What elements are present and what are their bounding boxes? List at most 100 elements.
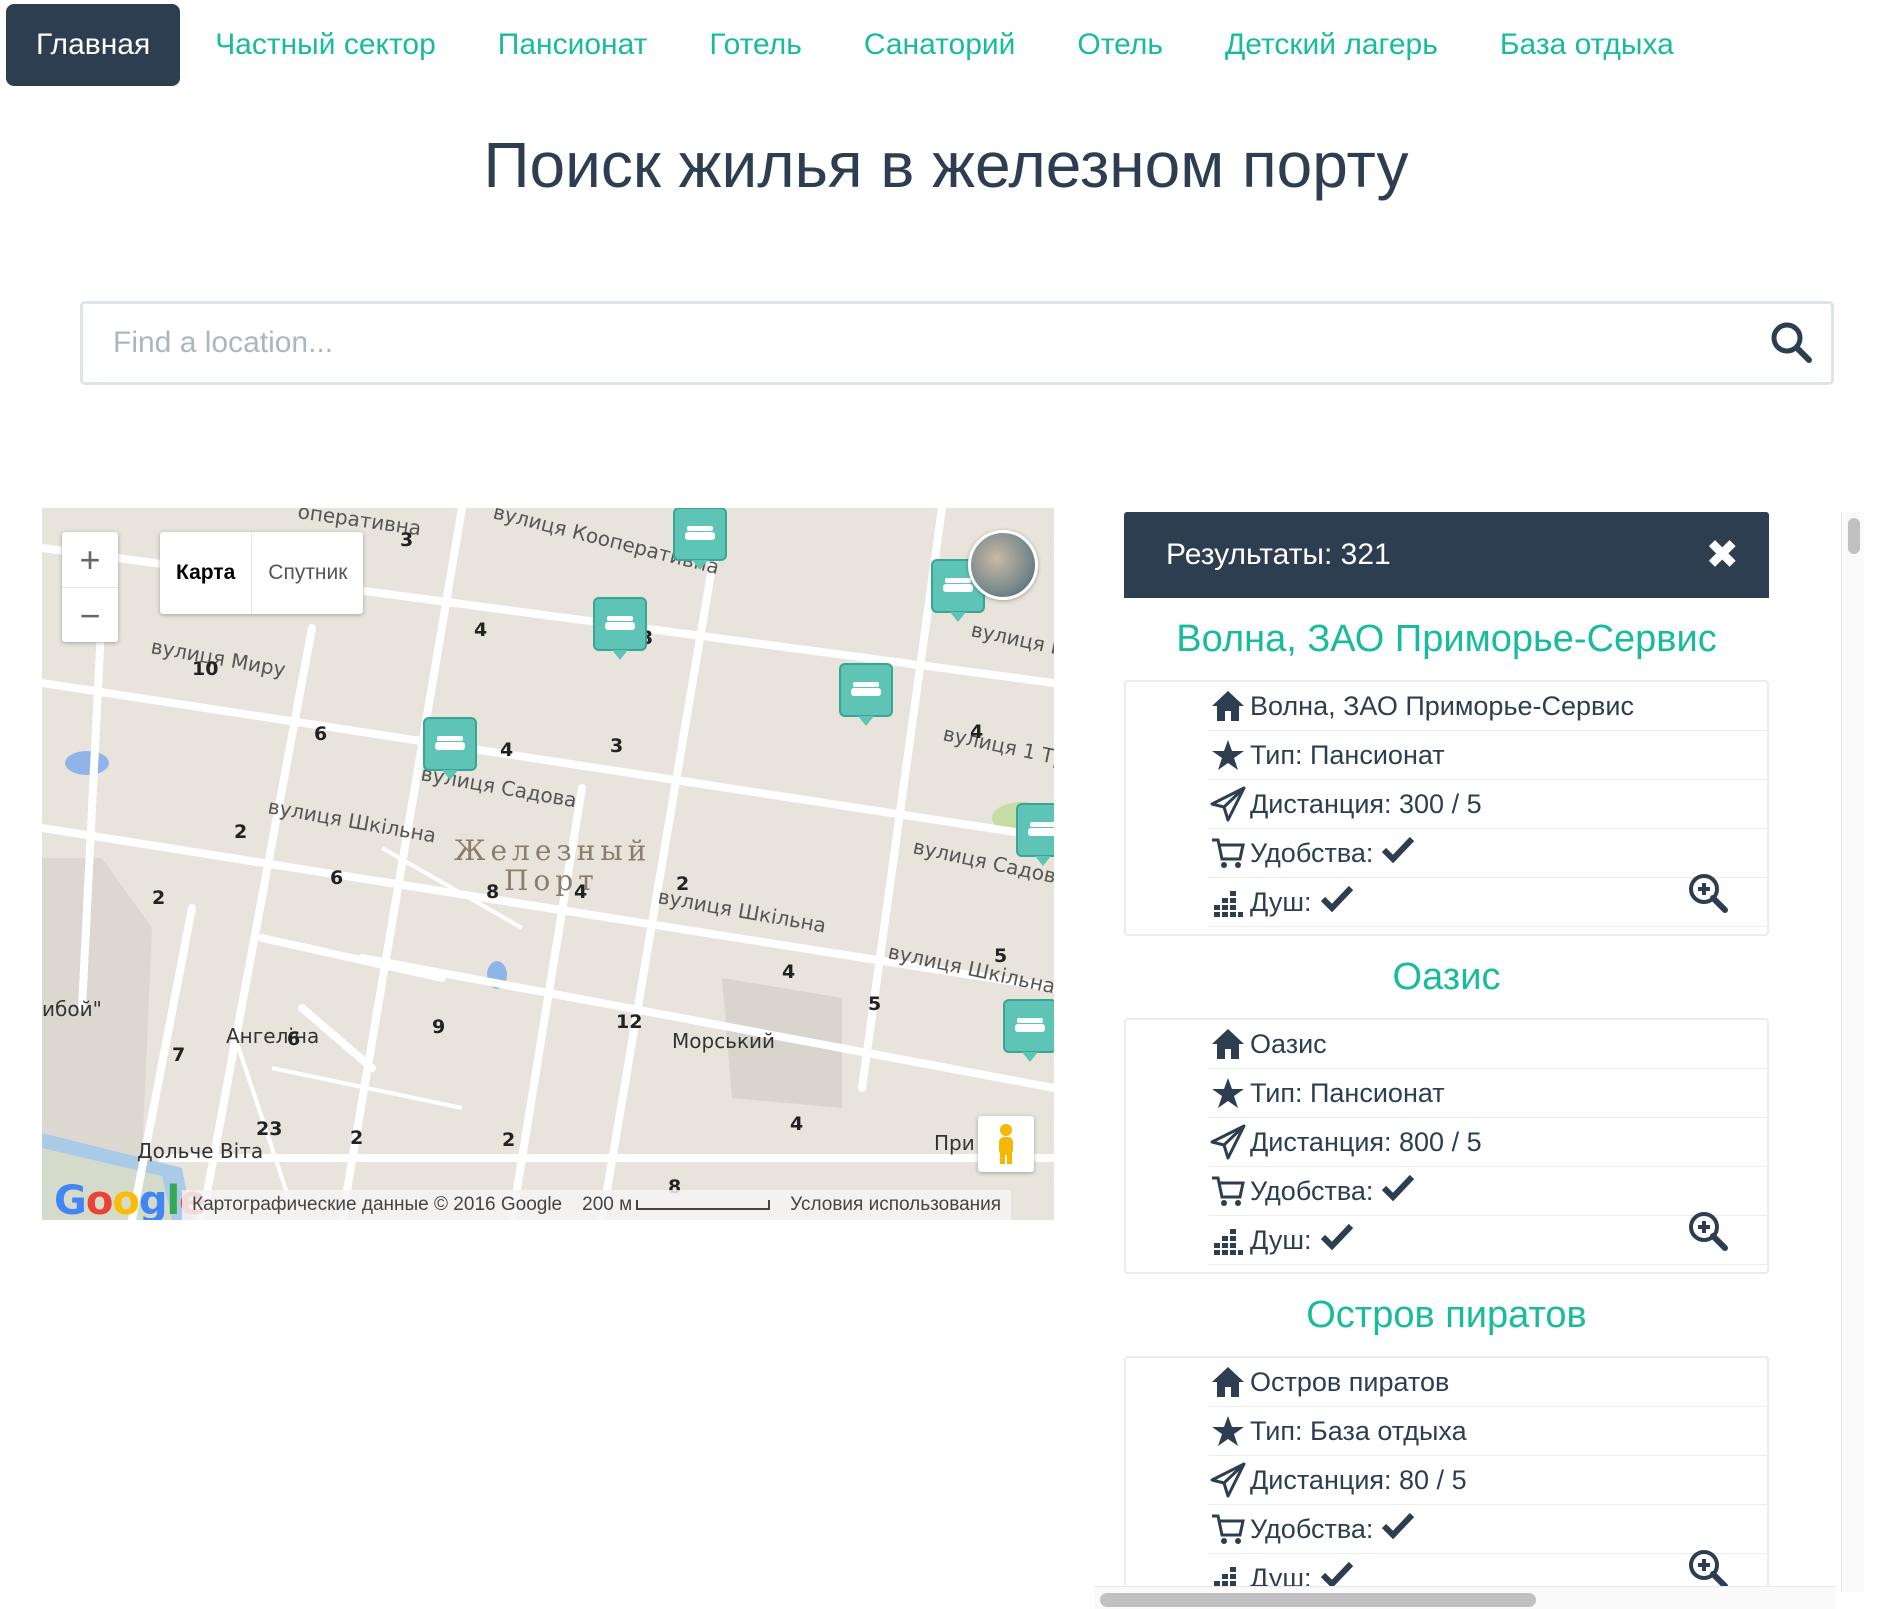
scrollbar-thumb[interactable] — [1100, 1593, 1536, 1607]
result-type-row: Тип: Пансионат — [1208, 731, 1767, 780]
house-number: 3 — [610, 735, 623, 757]
search-box — [80, 301, 1834, 385]
result-amenities: Удобства: — [1250, 1513, 1374, 1544]
place-label: ибой" — [42, 997, 102, 1021]
map-canvas[interactable]: оперативна вулиця Кооперативна вулиця Ми… — [42, 508, 1054, 1220]
search-input[interactable] — [83, 304, 1763, 382]
nav-kids-camp[interactable]: Детский лагерь — [1194, 4, 1469, 86]
result-item: Остров пиратов Остров пиратов Тип: База … — [1124, 1274, 1769, 1590]
main-nav: Главная Частный сектор Пансионат Готель … — [6, 4, 1705, 86]
results-header: Результаты: 321 ✖ — [1124, 512, 1769, 598]
map-footer: Google Картографические данные © 2016 Go… — [42, 1178, 1054, 1220]
house-number: 9 — [432, 1016, 445, 1038]
house-number: 6 — [314, 723, 327, 745]
star-icon — [1208, 1073, 1248, 1113]
result-amenities-row: Удобства: — [1208, 1505, 1767, 1554]
listing-marker-icon[interactable] — [673, 508, 727, 570]
result-title-link[interactable]: Остров пиратов — [1124, 1274, 1769, 1356]
result-distance-row: Дистанция: 800 / 5 — [1208, 1118, 1767, 1167]
check-icon — [1320, 884, 1354, 921]
result-type: Тип: База отдыха — [1250, 1415, 1467, 1446]
listing-marker-icon[interactable] — [593, 597, 647, 660]
house-number: 7 — [172, 1044, 185, 1066]
result-distance: Дистанция: 800 / 5 — [1250, 1126, 1482, 1157]
result-shower: Душ: — [1250, 1224, 1312, 1255]
place-label: Дольче Віта — [137, 1139, 263, 1163]
listing-marker-icon[interactable] — [423, 717, 477, 780]
result-amenities: Удобства: — [1250, 1175, 1374, 1206]
results-count: Результаты: 321 — [1166, 538, 1391, 571]
house-number: 2 — [350, 1127, 363, 1149]
vertical-scrollbar[interactable] — [1841, 512, 1864, 1592]
result-type-row: Тип: База отдыха — [1208, 1407, 1767, 1456]
house-number: 4 — [970, 721, 983, 743]
zoom-in-icon[interactable] — [1687, 1548, 1729, 1590]
check-icon — [1381, 1511, 1415, 1548]
street-view-button[interactable] — [978, 1116, 1034, 1172]
zoom-in-icon[interactable] — [1687, 1210, 1729, 1252]
close-icon[interactable]: ✖ — [1705, 532, 1739, 578]
result-title-link[interactable]: Волна, ЗАО Приморье-Сервис — [1124, 598, 1769, 680]
house-number: 4 — [474, 619, 487, 641]
town-label: Железный — [454, 834, 651, 867]
listing-marker-icon[interactable] — [1016, 803, 1054, 866]
result-amenities: Удобства: — [1250, 837, 1374, 868]
nav-recreation-base[interactable]: База отдыха — [1469, 4, 1705, 86]
scale-text: 200 м — [582, 1194, 633, 1215]
cart-icon — [1208, 833, 1248, 873]
result-amenities-row: Удобства: — [1208, 1167, 1767, 1216]
cart-icon — [1208, 1509, 1248, 1549]
result-type-row: Тип: Пансионат — [1208, 1069, 1767, 1118]
house-number: 4 — [790, 1113, 803, 1135]
map-type-map-button[interactable]: Карта — [160, 532, 253, 614]
paper-plane-icon — [1208, 784, 1248, 824]
results-panel: Результаты: 321 ✖ Волна, ЗАО Приморье-Се… — [1124, 512, 1769, 1590]
nav-sanatorium[interactable]: Санаторий — [833, 4, 1047, 86]
check-icon — [1381, 835, 1415, 872]
house-number: 4 — [574, 881, 587, 903]
check-icon — [1320, 1222, 1354, 1259]
zoom-in-icon[interactable] — [1687, 872, 1729, 914]
home-icon — [1208, 1362, 1248, 1402]
nav-private-sector[interactable]: Частный сектор — [184, 4, 467, 86]
result-type: Тип: Пансионат — [1250, 1077, 1445, 1108]
result-distance-row: Дистанция: 80 / 5 — [1208, 1456, 1767, 1505]
house-number: 3 — [400, 529, 413, 551]
listing-marker-icon[interactable] — [839, 663, 893, 726]
map-type-control: Карта Спутник — [160, 532, 364, 614]
attribution-text: Картографические данные © 2016 Google — [192, 1194, 563, 1215]
bars-icon — [1208, 1220, 1248, 1260]
house-number: 5 — [994, 945, 1007, 967]
house-number: 2 — [152, 887, 165, 909]
house-number: 6 — [330, 867, 343, 889]
pegman-icon — [999, 1124, 1013, 1164]
result-name-row: Оазис — [1208, 1020, 1767, 1069]
map[interactable]: оперативна вулиця Кооперативна вулиця Ми… — [42, 508, 1054, 1220]
nav-hotel[interactable]: Отель — [1046, 4, 1194, 86]
page-title: Поиск жилья в железном порту — [483, 129, 1409, 201]
nav-hotel-ua[interactable]: Готель — [678, 4, 833, 86]
result-name-row: Волна, ЗАО Приморье-Сервис — [1208, 682, 1767, 731]
terms-link[interactable]: Условия использования — [780, 1194, 1011, 1216]
map-type-satellite-button[interactable]: Спутник — [252, 532, 363, 614]
search-button[interactable] — [1765, 316, 1819, 370]
nav-home[interactable]: Главная — [6, 4, 181, 86]
home-icon — [1208, 1024, 1248, 1064]
paper-plane-icon — [1208, 1122, 1248, 1162]
listing-marker-icon[interactable] — [1003, 999, 1054, 1062]
scrollbar-thumb[interactable] — [1848, 518, 1860, 554]
horizontal-scrollbar[interactable] — [1094, 1586, 1836, 1609]
satellite-thumbnail[interactable] — [968, 530, 1038, 600]
nav-pension[interactable]: Пансионат — [467, 4, 679, 86]
result-shower-row: Душ: — [1208, 878, 1767, 927]
result-name: Волна, ЗАО Приморье-Сервис — [1250, 690, 1634, 721]
zoom-in-button[interactable]: + — [62, 532, 118, 587]
house-number: 2 — [234, 821, 247, 843]
result-name: Остров пиратов — [1250, 1366, 1450, 1397]
result-name-row: Остров пиратов — [1208, 1358, 1767, 1407]
result-title-link[interactable]: Оазис — [1124, 936, 1769, 1018]
result-name: Оазис — [1250, 1028, 1327, 1059]
zoom-out-button[interactable]: − — [62, 588, 118, 643]
star-icon — [1208, 735, 1248, 775]
house-number: 5 — [868, 993, 881, 1015]
